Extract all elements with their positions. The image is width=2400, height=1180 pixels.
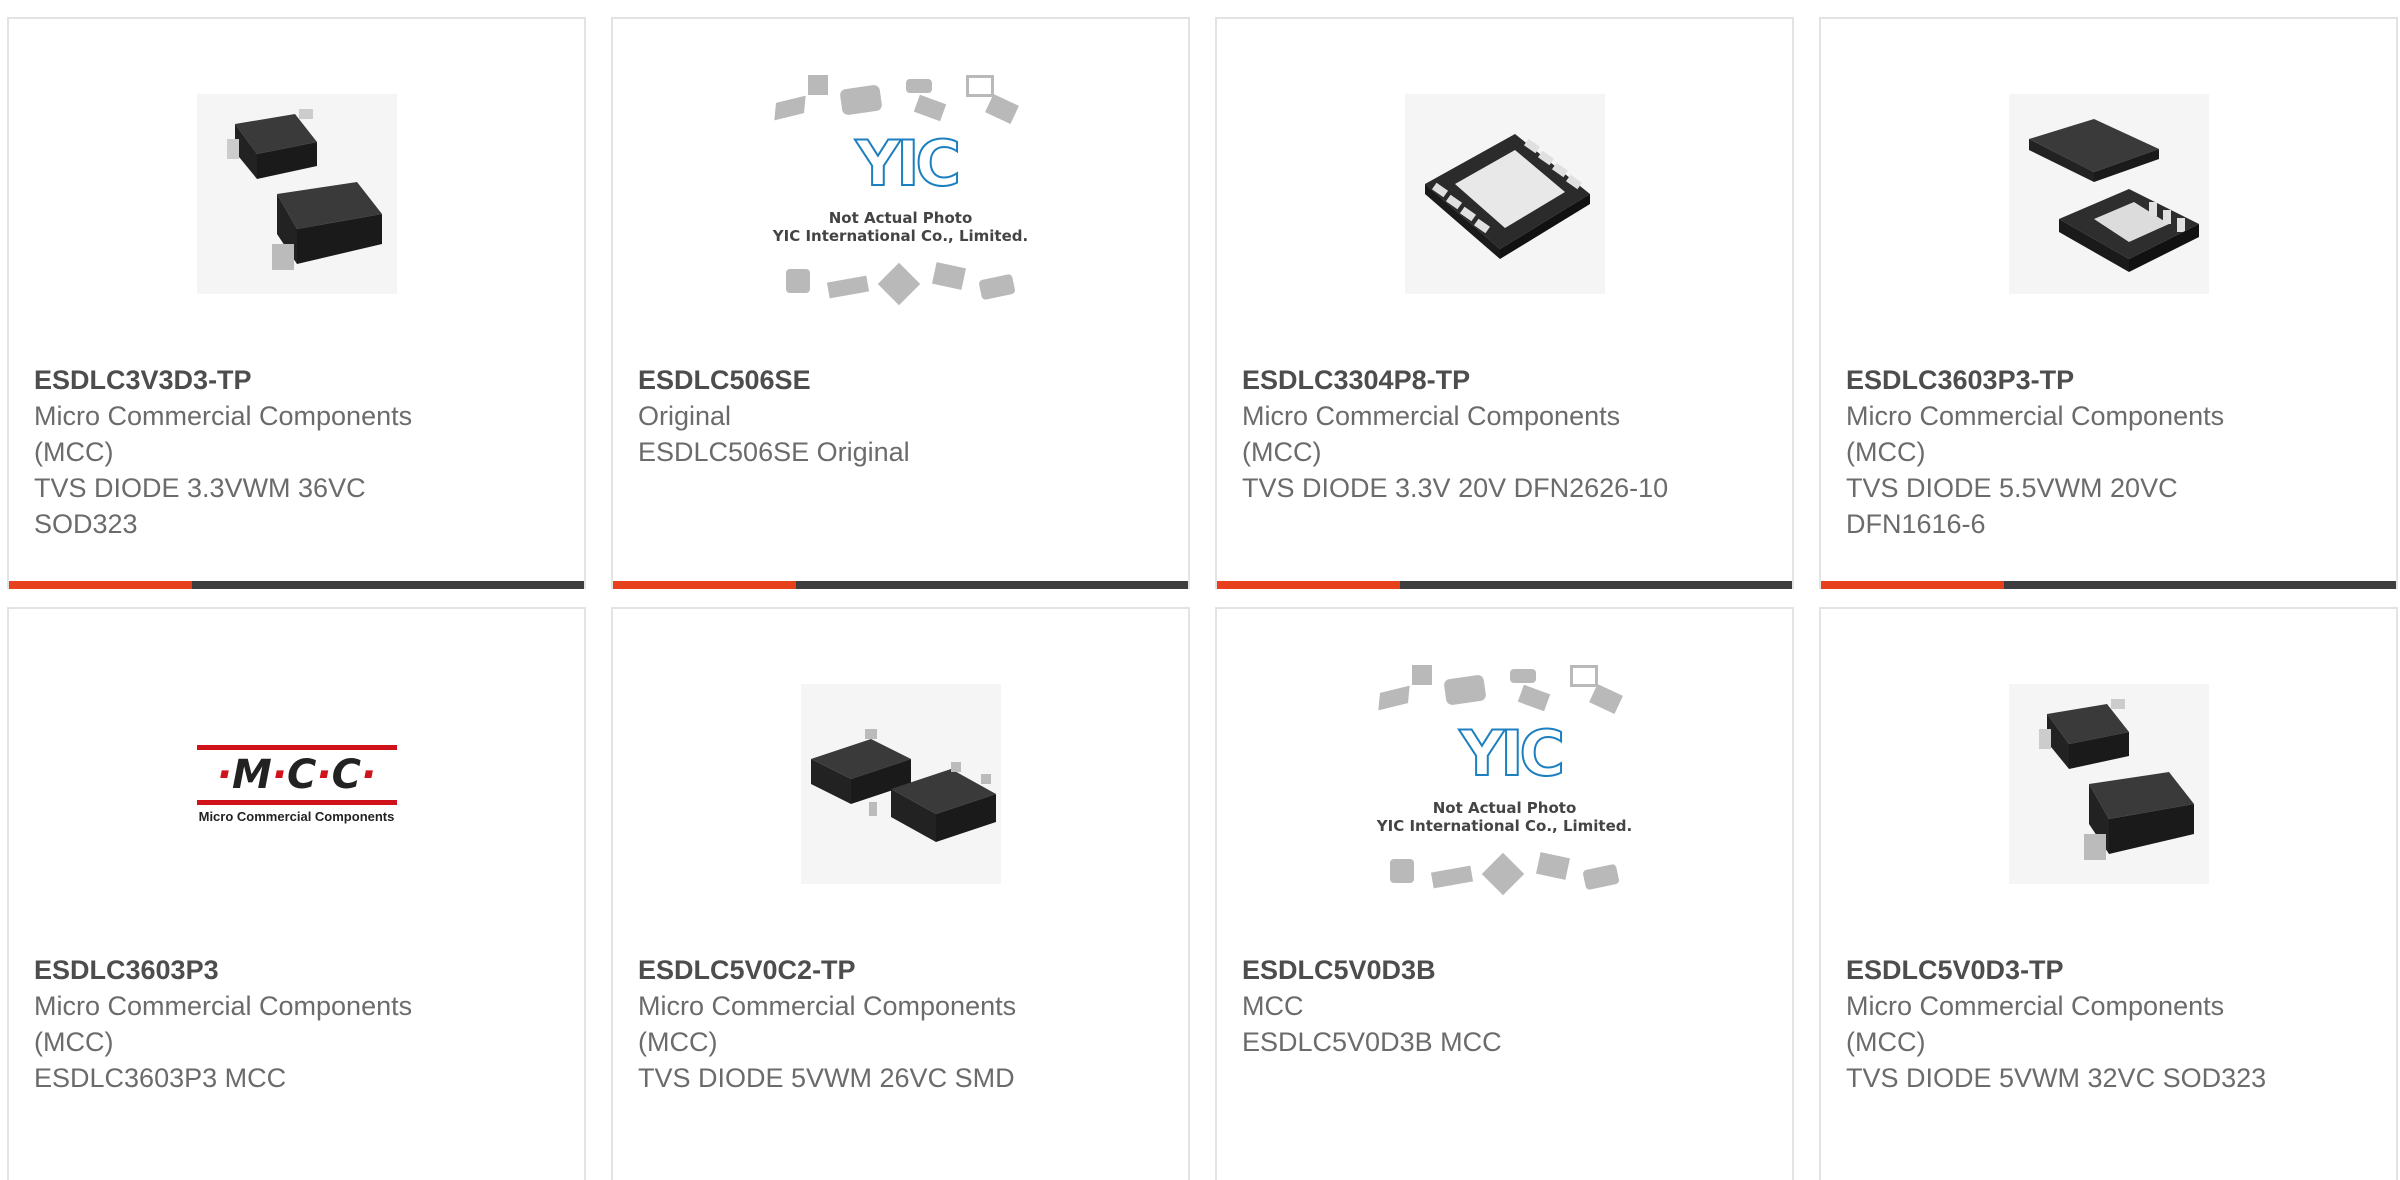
manufacturer: Micro Commercial Components (MCC) [638, 991, 1017, 1057]
mcc-tagline: Micro Commercial Components [198, 808, 395, 824]
product-image[interactable]: YIC Not Actual Photo YIC International C… [613, 69, 1188, 319]
manufacturer: Micro Commercial Components (MCC) [1846, 991, 2225, 1057]
part-number-link[interactable]: ESDLC3V3D3-TP [34, 362, 474, 398]
product-card[interactable]: YIC Not Actual Photo YIC International C… [1215, 607, 1794, 1180]
chip-icon [785, 269, 810, 293]
part-number-link[interactable]: ESDLC5V0D3-TP [1846, 952, 2286, 988]
description: TVS DIODE 5.5VWM 20VC DFN1616-6 [1846, 473, 2178, 539]
card-accent-bar [1217, 581, 1400, 589]
mcc-logo: ·M·C·C· Micro Commercial Components [196, 744, 397, 824]
yic-placeholder-image: YIC Not Actual Photo YIC International C… [766, 69, 1036, 319]
chip-icon [1517, 684, 1550, 712]
chip-icon [1430, 865, 1473, 889]
chip-icon [913, 94, 946, 122]
chip-icon [905, 79, 932, 93]
description: ESDLC506SE Original [638, 437, 910, 467]
product-card[interactable]: YIC Not Actual Photo YIC International C… [611, 17, 1190, 589]
part-number-link[interactable]: ESDLC5V0C2-TP [638, 952, 1078, 988]
sot23-package-icon [800, 684, 1001, 884]
product-image[interactable]: YIC Not Actual Photo YIC International C… [1217, 659, 1792, 909]
card-accent-bar [613, 581, 796, 589]
card-bottom-bar [1217, 581, 1792, 589]
manufacturer: MCC [1242, 991, 1304, 1021]
part-number-link[interactable]: ESDLC506SE [638, 362, 1078, 398]
chip-icon [826, 275, 869, 299]
manufacturer: Original [638, 401, 732, 431]
yic-logo: YIC [854, 126, 961, 201]
product-card[interactable]: ESDLC3V3D3-TP Micro Commercial Component… [7, 17, 586, 589]
chip-icon [1411, 665, 1432, 685]
description: TVS DIODE 3.3V 20V DFN2626-10 [1242, 473, 1669, 503]
description: TVS DIODE 5VWM 26VC SMD [638, 1063, 1015, 1093]
sod323-package-icon [196, 94, 397, 294]
product-image[interactable] [1821, 69, 2396, 319]
placeholder-caption: YIC International Co., Limited. [772, 227, 1029, 245]
manufacturer: Micro Commercial Components (MCC) [34, 401, 413, 467]
chip-icon [977, 273, 1016, 301]
logo-rule [196, 799, 397, 805]
product-image[interactable] [613, 659, 1188, 909]
product-image[interactable] [9, 69, 584, 319]
product-image[interactable] [1821, 659, 2396, 909]
yic-placeholder-image: YIC Not Actual Photo YIC International C… [1370, 659, 1640, 909]
part-number-link[interactable]: ESDLC5V0D3B [1242, 952, 1682, 988]
chip-icon [984, 94, 1019, 124]
product-image[interactable] [1217, 69, 1792, 319]
description: ESDLC5V0D3B MCC [1242, 1027, 1502, 1057]
card-accent-bar [9, 581, 192, 589]
chip-icon [838, 84, 883, 116]
chip-icon [1569, 665, 1598, 687]
part-number-link[interactable]: ESDLC3603P3-TP [1846, 362, 2286, 398]
card-bottom-bar [1821, 581, 2396, 589]
product-card[interactable]: ESDLC5V0D3-TP Micro Commercial Component… [1819, 607, 2398, 1180]
description: TVS DIODE 3.3VWM 36VC SOD323 [34, 473, 366, 539]
chip-icon [1581, 863, 1620, 891]
product-card[interactable]: ·M·C·C· Micro Commercial Components ESDL… [7, 607, 586, 1180]
yic-logo: YIC [1458, 716, 1565, 791]
part-number-link[interactable]: ESDLC3603P3 [34, 952, 474, 988]
product-card[interactable]: ESDLC3603P3-TP Micro Commercial Componen… [1819, 17, 2398, 589]
manufacturer: Micro Commercial Components (MCC) [1242, 401, 1621, 467]
placeholder-caption: YIC International Co., Limited. [1376, 817, 1633, 835]
chip-icon [1535, 852, 1570, 880]
description: TVS DIODE 5VWM 32VC SOD323 [1846, 1063, 2267, 1093]
manufacturer: Micro Commercial Components (MCC) [34, 991, 413, 1057]
chip-icon [1389, 859, 1414, 883]
part-number-link[interactable]: ESDLC3304P8-TP [1242, 362, 1682, 398]
dfn6-package-icon [2008, 94, 2209, 294]
chip-icon [965, 75, 994, 97]
chip-icon [773, 95, 806, 121]
chip-icon [877, 262, 920, 306]
placeholder-caption: Not Actual Photo [1432, 799, 1577, 817]
manufacturer: Micro Commercial Components (MCC) [1846, 401, 2225, 467]
product-card[interactable]: ESDLC5V0C2-TP Micro Commercial Component… [611, 607, 1190, 1180]
mcc-wordmark: ·M·C·C· [216, 751, 377, 798]
card-bottom-bar [9, 581, 584, 589]
chip-icon [1377, 685, 1410, 711]
product-image[interactable]: ·M·C·C· Micro Commercial Components [9, 659, 584, 909]
chip-icon [1588, 684, 1623, 714]
chip-icon [931, 262, 966, 290]
card-accent-bar [1821, 581, 2004, 589]
chip-icon [807, 75, 828, 95]
dfn10-package-icon [1404, 94, 1605, 294]
chip-icon [1442, 674, 1487, 706]
chip-icon [1481, 852, 1524, 896]
card-bottom-bar [613, 581, 1188, 589]
product-card[interactable]: ESDLC3304P8-TP Micro Commercial Componen… [1215, 17, 1794, 589]
placeholder-caption: Not Actual Photo [828, 209, 973, 227]
sod323-package-icon [2008, 684, 2209, 884]
chip-icon [1509, 669, 1536, 683]
description: ESDLC3603P3 MCC [34, 1063, 287, 1093]
